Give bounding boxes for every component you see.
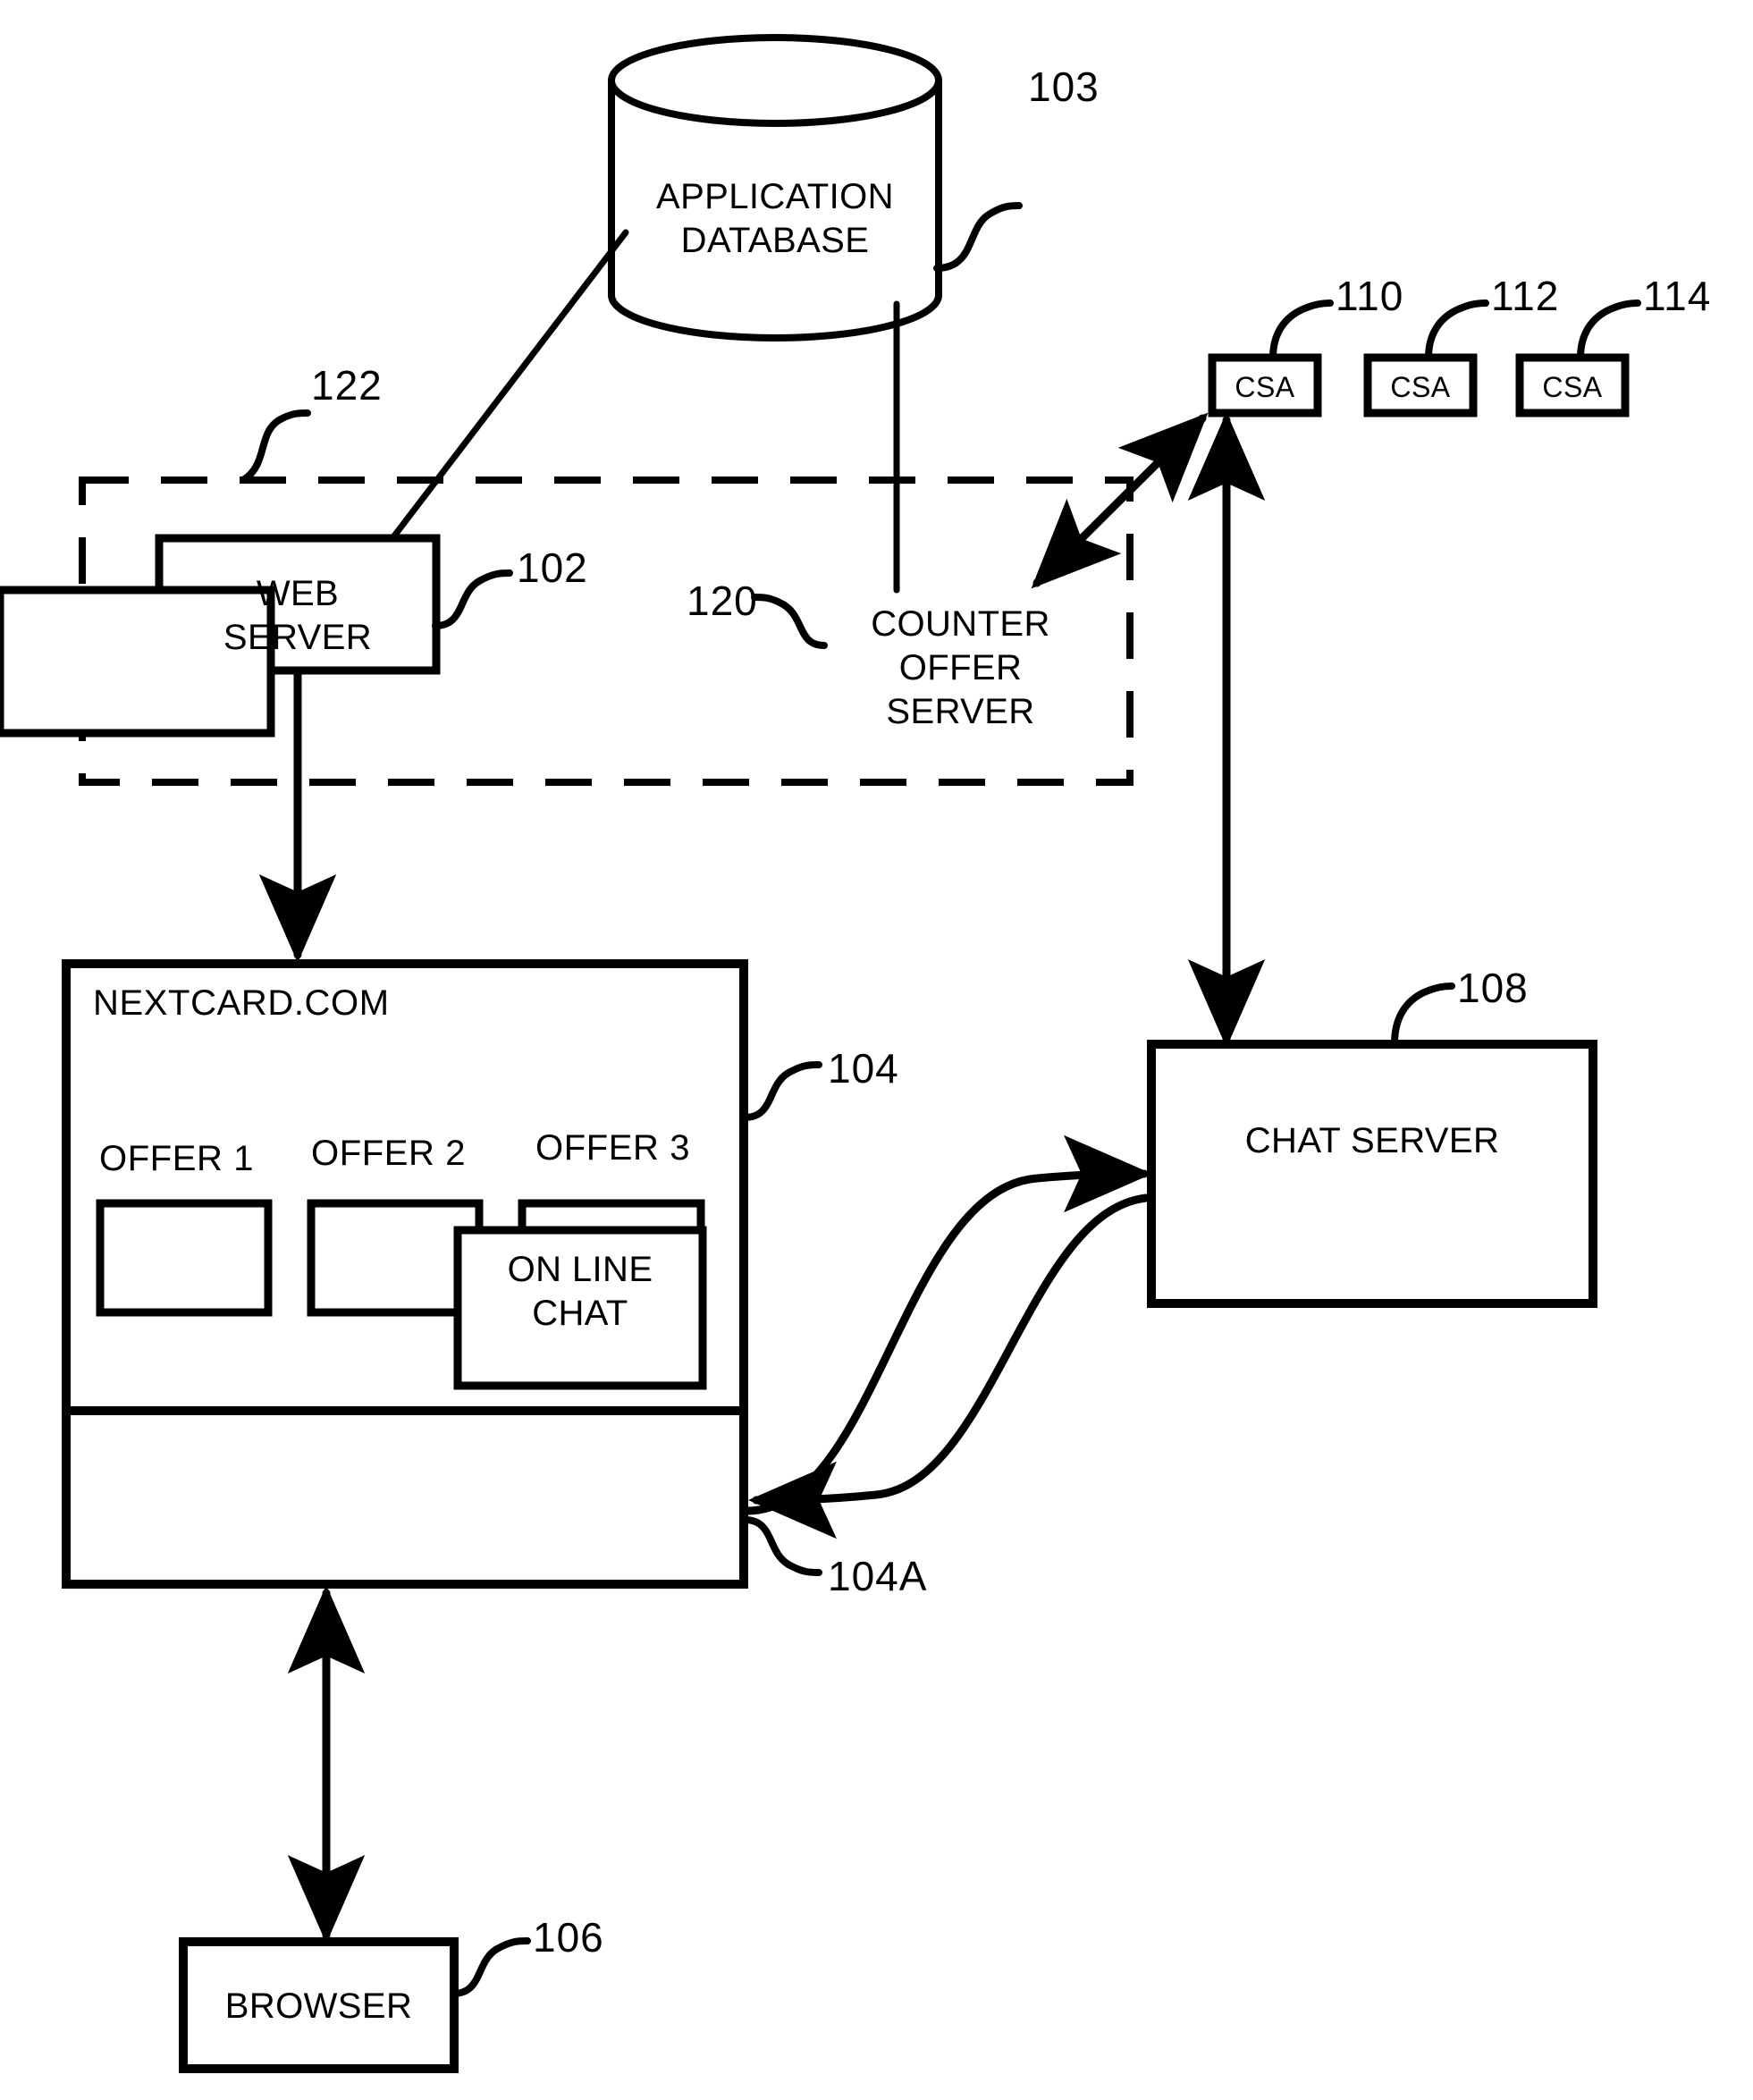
leader-120 — [751, 594, 828, 649]
link-page-to-chat-server — [743, 1134, 1152, 1515]
ref-number-122: 122 — [311, 362, 383, 409]
csa-box-114 — [1515, 353, 1630, 417]
online-chat-button-box — [453, 1226, 707, 1390]
patent-figure: APPLICATION DATABASE 103 122 WEB SERVER … — [0, 0, 1753, 2100]
application-database-shape — [608, 34, 942, 342]
csa-box-112 — [1363, 353, 1478, 417]
ref-number-112: 112 — [1491, 273, 1560, 319]
leader-112 — [1425, 299, 1489, 361]
chat-server-box — [1147, 1040, 1597, 1308]
web-page-title: NEXTCARD.COM — [93, 983, 390, 1023]
leader-108 — [1391, 983, 1455, 1047]
ref-number-108: 108 — [1457, 965, 1529, 1011]
csa-box-110 — [1208, 353, 1322, 417]
offer-label-2: OFFER 2 — [311, 1134, 467, 1173]
link-counter-offer-server-csa — [1031, 412, 1209, 589]
ref-number-106: 106 — [533, 1914, 604, 1961]
ref-number-114: 114 — [1643, 273, 1712, 319]
ref-number-103: 103 — [1028, 63, 1100, 110]
leader-110 — [1269, 299, 1334, 361]
offer-label-3: OFFER 3 — [535, 1128, 691, 1168]
leader-114 — [1577, 299, 1641, 361]
leader-106 — [450, 1937, 531, 1997]
leader-103 — [933, 202, 1023, 272]
ref-number-104: 104 — [828, 1045, 899, 1092]
ref-number-110: 110 — [1336, 273, 1404, 319]
leader-104 — [741, 1061, 822, 1121]
link-db-to-web-server — [386, 229, 629, 545]
leader-102 — [432, 569, 513, 629]
leader-104A — [741, 1516, 822, 1576]
browser-box — [179, 1937, 459, 2073]
ref-number-120: 120 — [687, 578, 758, 624]
ref-number-104A: 104A — [828, 1553, 928, 1599]
leader-122 — [240, 409, 311, 484]
offer-box-1 — [96, 1199, 273, 1317]
offer-label-1: OFFER 1 — [99, 1139, 255, 1178]
counter-offer-server-box — [0, 586, 275, 738]
ref-number-102: 102 — [517, 544, 588, 591]
